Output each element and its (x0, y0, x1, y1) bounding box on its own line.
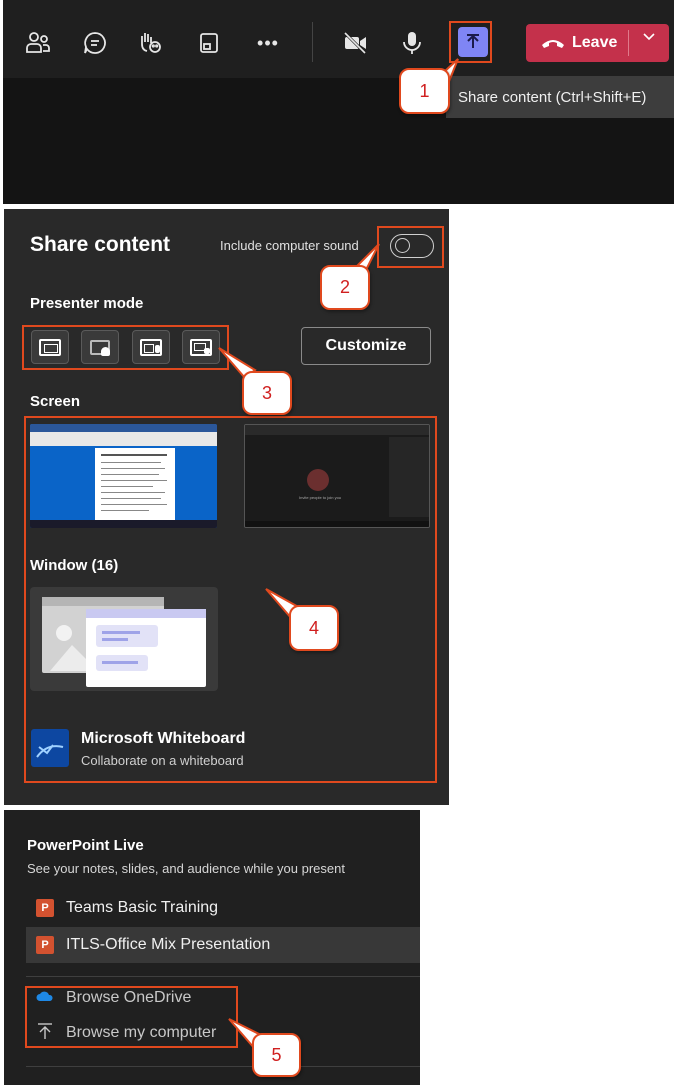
tooltip-text: Share content (Ctrl+Shift+E) (458, 88, 647, 106)
leave-label: Leave (572, 34, 618, 51)
ppt-file-name: Teams Basic Training (66, 899, 219, 916)
share-tooltip: Share content (Ctrl+Shift+E) (446, 76, 674, 118)
callout-4: 4 (289, 605, 339, 651)
chevron-down-icon[interactable] (642, 30, 656, 49)
ppt-live-title: PowerPoint Live (27, 837, 144, 854)
callout-5: 5 (252, 1033, 301, 1077)
leave-divider (628, 30, 629, 56)
callout-1-label: 1 (419, 80, 430, 101)
hang-up-icon (542, 40, 564, 48)
more-icon-glyph: ••• (257, 32, 279, 53)
raise-hand-icon[interactable] (134, 27, 166, 59)
toolbar-divider (312, 22, 313, 62)
callout-2-label: 2 (339, 277, 350, 297)
ppt-file-item[interactable]: P Teams Basic Training (26, 890, 420, 926)
callout-3-label: 3 (261, 382, 272, 403)
callout-3: 3 (242, 371, 292, 415)
computer-sound-label: Include computer sound (220, 238, 359, 253)
camera-off-icon[interactable] (339, 27, 371, 59)
customize-button[interactable]: Customize (301, 327, 431, 365)
callout-4-label: 4 (308, 617, 319, 638)
screen-section-label: Screen (30, 393, 81, 410)
ppt-file-name: ITLS-Office Mix Presentation (66, 936, 271, 953)
callout-5-label: 5 (271, 1044, 282, 1065)
ppt-divider (26, 976, 420, 977)
powerpoint-icon: P (36, 899, 54, 917)
rooms-icon[interactable] (193, 27, 225, 59)
chat-icon[interactable] (79, 27, 111, 59)
presenter-mode-label: Presenter mode (30, 295, 144, 312)
callout-2: 2 (320, 265, 370, 310)
more-icon[interactable]: ••• (252, 27, 284, 59)
ppt-live-subtitle: See your notes, slides, and audience whi… (27, 861, 345, 876)
ppt-divider (26, 1066, 420, 1067)
browse-highlight (25, 986, 238, 1048)
meeting-toolbar: ••• Leave (3, 0, 674, 78)
ppt-file-item[interactable]: P ITLS-Office Mix Presentation (26, 927, 420, 963)
meeting-window: ••• Leave Share content (Ctrl+Shift+E) (3, 0, 674, 204)
share-panel-title: Share content (30, 233, 171, 256)
people-icon[interactable] (22, 27, 54, 59)
sound-toggle-highlight (377, 226, 444, 268)
callout-1: 1 (399, 68, 450, 114)
powerpoint-icon: P (36, 936, 54, 954)
share-options-highlight (24, 416, 437, 783)
leave-button[interactable]: Leave (526, 24, 669, 62)
presenter-mode-highlight (22, 325, 229, 370)
